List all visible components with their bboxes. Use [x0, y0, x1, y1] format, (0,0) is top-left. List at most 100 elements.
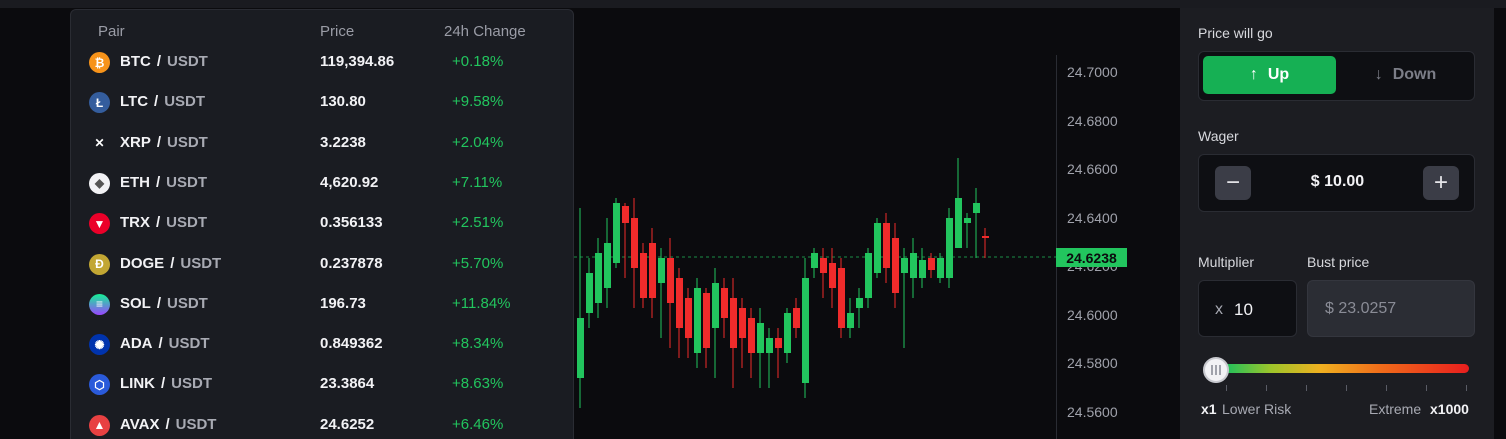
- direction-toggle: ↑ Up ↓ Down: [1198, 51, 1475, 101]
- candle-up: [712, 283, 719, 328]
- candle-down: [730, 298, 737, 348]
- pair-separator: /: [156, 294, 162, 312]
- candle-up: [694, 288, 701, 353]
- pair-separator: /: [154, 93, 159, 111]
- pair-separator: /: [165, 415, 170, 433]
- up-button[interactable]: ↑ Up: [1203, 56, 1336, 94]
- wager-value[interactable]: $ 10.00: [1259, 173, 1416, 191]
- multiplier-input[interactable]: x 10: [1198, 280, 1297, 337]
- bust-price-label: Bust price: [1307, 254, 1370, 270]
- pair-price: 0.849362: [320, 335, 383, 353]
- pair-change: +2.04%: [452, 133, 504, 151]
- candle-up: [847, 313, 854, 328]
- pair-row[interactable]: ₿ BTC / USDT 119,394.86 +0.18%: [71, 42, 573, 82]
- multiplier-prefix: x: [1215, 301, 1223, 318]
- pair-symbol: DOGE / USDT: [120, 255, 221, 272]
- slider-tick: [1386, 385, 1387, 391]
- pair-base: TRX: [120, 214, 150, 232]
- candle-up: [802, 278, 809, 383]
- pair-row[interactable]: ≡ SOL / USDT 196.73 +11.84%: [71, 284, 573, 324]
- header-price: Price: [320, 23, 355, 40]
- wager-label: Wager: [1198, 128, 1239, 144]
- pair-price: 119,394.86: [320, 53, 395, 70]
- pair-base: ETH: [120, 173, 150, 191]
- pair-separator: /: [156, 133, 162, 151]
- pair-change: +2.51%: [452, 214, 504, 232]
- candle-down: [982, 236, 989, 238]
- pair-price: 4,620.92: [320, 173, 379, 191]
- increase-wager-button[interactable]: +: [1423, 166, 1459, 200]
- multiplier-value[interactable]: 10: [1234, 300, 1253, 320]
- candle-down: [820, 258, 827, 273]
- ltc-icon: Ł: [89, 92, 110, 114]
- link-icon: ⬡: [89, 374, 110, 396]
- candle-down: [748, 318, 755, 353]
- pair-price: 24.6252: [320, 415, 375, 433]
- candle-up: [784, 313, 791, 353]
- candle-up: [595, 253, 602, 303]
- pair-change: +11.84%: [452, 294, 511, 312]
- price-axis-line: [1056, 55, 1057, 439]
- pair-row[interactable]: ▼ TRX / USDT 0.356133 +2.51%: [71, 203, 573, 243]
- pair-row[interactable]: Ł LTC / USDT 130.80 +9.58%: [71, 82, 573, 122]
- pair-separator: /: [161, 375, 166, 393]
- header-pair: Pair: [98, 23, 125, 40]
- arrow-down-icon: ↓: [1374, 66, 1383, 83]
- risk-max-multiplier: x1000: [1430, 401, 1469, 417]
- pair-row[interactable]: ✕ XRP / USDT 3.2238 +2.04%: [71, 123, 573, 163]
- candle-down: [676, 278, 683, 328]
- candle-up: [973, 203, 980, 213]
- candle-down: [928, 258, 935, 270]
- trade-panel: Price will go ↑ Up ↓ Down Wager − $ 10.0…: [1180, 8, 1494, 439]
- candle-down: [685, 298, 692, 338]
- pair-symbol: LINK / USDT: [120, 375, 212, 392]
- pair-quote: USDT: [180, 254, 222, 272]
- pair-separator: /: [156, 214, 161, 232]
- btc-icon: ₿: [89, 52, 110, 73]
- pair-base: DOGE: [120, 254, 165, 272]
- arrow-up-icon: ↑: [1249, 66, 1258, 83]
- pair-change: +9.58%: [452, 93, 504, 111]
- header-24h-change: 24h Change: [444, 23, 526, 40]
- candle-down: [721, 288, 728, 318]
- down-button[interactable]: ↓ Down: [1339, 56, 1472, 94]
- pair-row[interactable]: Ð DOGE / USDT 0.237878 +5.70%: [71, 244, 573, 284]
- eth-icon: ◆: [89, 172, 110, 194]
- decrease-wager-button[interactable]: −: [1215, 166, 1251, 200]
- pair-row[interactable]: ✺ ADA / USDT 0.849362 +8.34%: [71, 324, 573, 364]
- pair-row[interactable]: ▲ AVAX / USDT 24.6252 +6.46%: [71, 405, 573, 439]
- multiplier-slider-handle[interactable]: [1203, 357, 1229, 383]
- slider-tick: [1346, 385, 1347, 391]
- pair-price: 0.237878: [320, 254, 383, 272]
- multiplier-slider-track[interactable]: [1222, 364, 1469, 373]
- pair-separator: /: [170, 254, 175, 272]
- candle-up: [910, 253, 917, 278]
- candle-down: [649, 243, 656, 298]
- candle-up: [577, 318, 584, 378]
- wager-input[interactable]: − $ 10.00 +: [1198, 154, 1475, 212]
- top-bar: [0, 0, 1506, 8]
- pair-separator: /: [158, 335, 163, 353]
- multiplier-label: Multiplier: [1198, 254, 1255, 270]
- pair-row[interactable]: ◆ ETH / USDT 4,620.92 +7.11%: [71, 163, 573, 203]
- candle-up: [955, 198, 962, 248]
- candle-down: [892, 238, 899, 293]
- candle-down: [838, 268, 845, 328]
- candle-down: [775, 338, 782, 348]
- pair-separator: /: [156, 53, 161, 70]
- pair-change: +8.34%: [452, 335, 504, 353]
- slider-tick: [1306, 385, 1307, 391]
- slider-tick: [1226, 385, 1227, 391]
- pair-row[interactable]: ⬡ LINK / USDT 23.3864 +8.63%: [71, 364, 573, 404]
- risk-max-label: Extreme: [1369, 401, 1422, 417]
- candle-up: [757, 323, 764, 353]
- candle-down: [631, 218, 638, 268]
- pair-quote: USDT: [167, 294, 208, 312]
- slider-tick: [1466, 385, 1467, 391]
- pair-quote: USDT: [171, 375, 213, 393]
- pair-base: LINK: [120, 375, 155, 393]
- pair-base: BTC: [120, 53, 151, 70]
- candle-up: [964, 218, 971, 223]
- price-axis-label: 24.6400: [1067, 209, 1118, 226]
- risk-min-label: Lower Risk: [1222, 401, 1292, 417]
